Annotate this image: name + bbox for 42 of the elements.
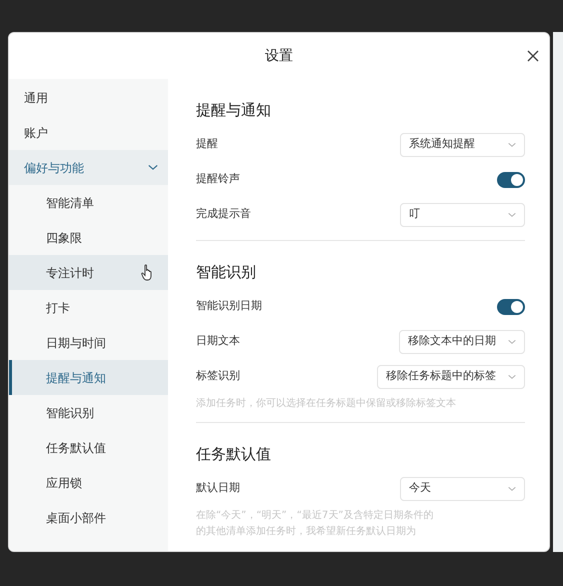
dropdown[interactable]: 移除任务标题中的标签 [377,364,525,388]
chevron-down-icon [508,374,516,380]
hint-text: 的其他清单添加任务时，我希望新任务默认日期为 [196,524,417,539]
setting-label: 提醒铃声 [196,171,240,188]
dropdown[interactable]: 叮 [400,202,525,226]
sidebar-item[interactable]: 专注计时 [9,255,168,290]
section-heading: 智能识别 [196,262,257,283]
sidebar-item[interactable]: 打卡 [9,290,168,325]
sidebar-item[interactable]: 应用锁 [9,465,168,500]
chevron-down-icon [148,164,158,171]
section-heading: 提醒与通知 [196,100,272,121]
toggle-switch[interactable] [497,298,525,314]
section-heading: 任务默认值 [196,444,272,465]
setting-label: 提醒 [196,136,218,152]
chevron-down-icon [508,142,516,148]
sidebar-item[interactable]: 日期与时间 [9,325,168,360]
sidebar-item[interactable]: 智能清单 [9,185,168,220]
sidebar-item[interactable]: 账户 [9,115,168,150]
sidebar-group-header[interactable]: 偏好与功能 [9,150,168,185]
setting-label: 日期文本 [196,333,240,350]
setting-label: 智能识别日期 [196,298,262,314]
sidebar-item[interactable]: 任务默认值 [9,430,168,465]
hint-text: 添加任务时，你可以选择在任务标题中保留或移除标签文本 [196,396,457,411]
close-icon[interactable] [527,50,539,62]
setting-label: 完成提示音 [196,206,251,222]
dropdown[interactable]: 今天 [400,476,525,500]
chevron-down-icon [508,486,516,492]
sidebar-item[interactable]: 四象限 [9,220,168,255]
hand-cursor-icon [141,264,154,281]
hint-text: 在除“今天”，“明天”，“最近7天”及含特定日期条件的 [196,508,434,523]
sidebar-item[interactable]: 通用 [9,80,168,115]
setting-label: 标签识别 [196,368,240,384]
dialog-title: 设置 [265,46,293,66]
sidebar-item[interactable]: 智能识别 [9,395,168,430]
toggle-switch[interactable] [497,172,525,188]
dropdown[interactable]: 系统通知提醒 [400,132,525,156]
chevron-down-icon [508,212,516,218]
sidebar-item[interactable]: 桌面小部件 [9,500,168,535]
setting-label: 默认日期 [196,480,240,496]
sidebar-item[interactable]: 提醒与通知 [9,360,168,395]
chevron-down-icon [508,338,516,344]
dropdown[interactable]: 移除文本中的日期 [399,330,525,354]
